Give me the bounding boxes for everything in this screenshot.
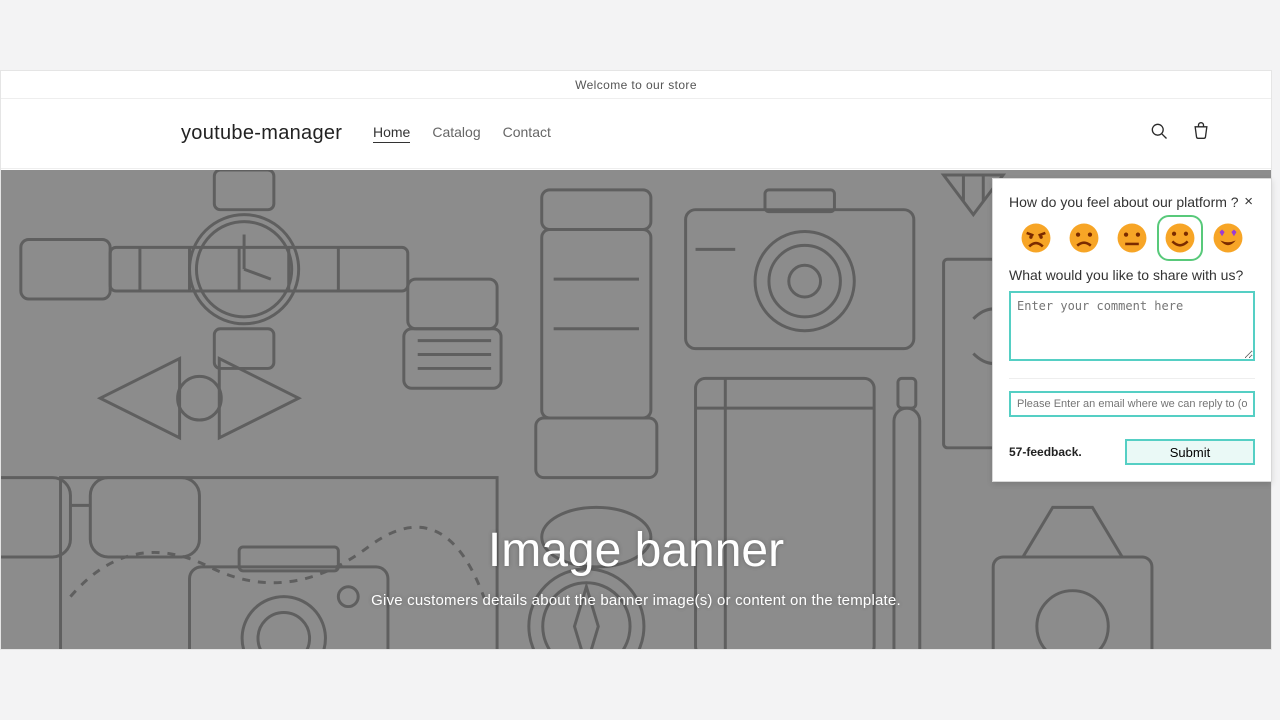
mood-love[interactable] xyxy=(1211,221,1245,255)
divider xyxy=(1009,378,1255,379)
nav-catalog[interactable]: Catalog xyxy=(432,124,480,143)
store-name[interactable]: youtube-manager xyxy=(181,122,342,145)
header-icons xyxy=(1149,121,1211,146)
mood-neutral[interactable] xyxy=(1115,221,1149,255)
feedback-widget: How do you feel about our platform ? × W… xyxy=(992,178,1272,482)
announcement-bar: Welcome to our store xyxy=(1,71,1271,99)
feedback-email-input[interactable] xyxy=(1009,391,1255,417)
mood-smile[interactable] xyxy=(1163,221,1197,255)
cart-icon[interactable] xyxy=(1191,121,1211,146)
nav-home[interactable]: Home xyxy=(373,124,410,143)
hero-overlay: Image banner Give customers details abou… xyxy=(1,523,1271,609)
feedback-close-button[interactable]: × xyxy=(1242,193,1255,210)
header: youtube-manager Home Catalog Contact xyxy=(1,99,1271,169)
feedback-question: How do you feel about our platform ? xyxy=(1009,193,1242,211)
feedback-share-prompt: What would you like to share with us? xyxy=(1009,267,1255,283)
hero-subtitle: Give customers details about the banner … xyxy=(1,592,1271,609)
feedback-app-label: 57-feedback. xyxy=(1009,445,1082,459)
mood-frown[interactable] xyxy=(1067,221,1101,255)
hero-title: Image banner xyxy=(1,523,1271,578)
feedback-comment-input[interactable] xyxy=(1009,291,1255,361)
nav-contact[interactable]: Contact xyxy=(503,124,551,143)
search-icon[interactable] xyxy=(1149,121,1169,146)
feedback-submit-button[interactable]: Submit xyxy=(1125,439,1255,465)
main-nav: Home Catalog Contact xyxy=(373,124,551,143)
mood-row xyxy=(1009,221,1255,255)
mood-angry[interactable] xyxy=(1019,221,1053,255)
